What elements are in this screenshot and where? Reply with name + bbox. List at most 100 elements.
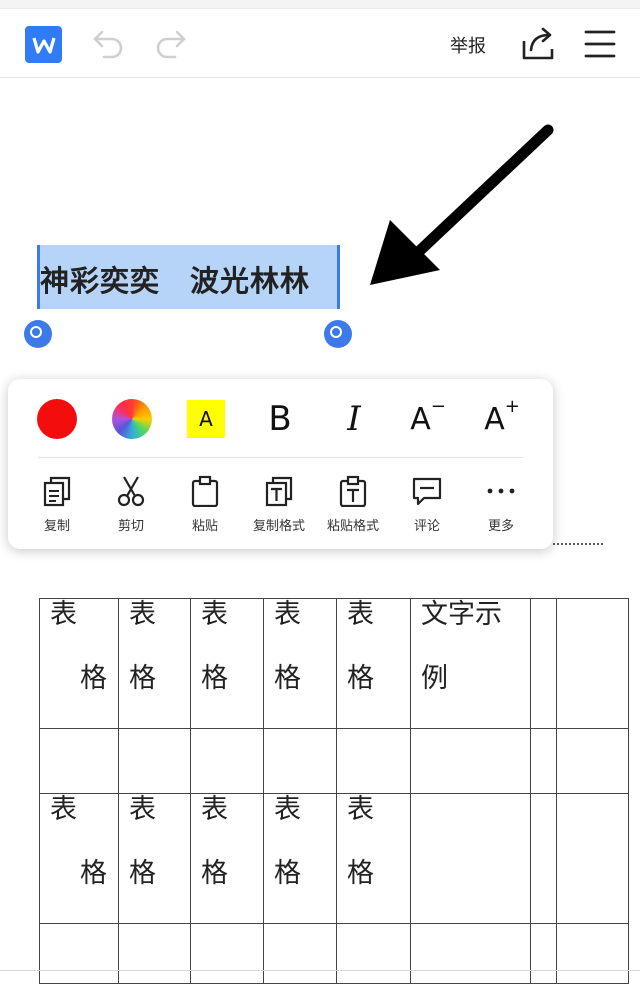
increase-font-icon: A+ <box>484 396 520 437</box>
color-picker-button[interactable] <box>110 397 154 441</box>
selection-end-handle[interactable] <box>324 320 352 348</box>
table-cell[interactable] <box>190 923 264 984</box>
clipboard-icon <box>191 475 219 507</box>
table-cell[interactable] <box>410 793 531 924</box>
table-cell[interactable] <box>118 923 191 984</box>
selection-end-caret <box>337 245 340 309</box>
cell-char: 表 <box>50 599 77 630</box>
table-cell[interactable]: 表格 <box>336 793 411 924</box>
redo-icon[interactable] <box>153 28 187 60</box>
highlight-icon: A <box>187 400 225 438</box>
cell-text: 表格 <box>201 599 228 694</box>
page-bottom-divider <box>0 970 640 971</box>
table-cell[interactable] <box>530 728 557 794</box>
italic-icon: I <box>347 399 361 439</box>
paste-format-label: 粘贴格式 <box>326 519 379 534</box>
copy-format-label: 复制格式 <box>252 519 305 534</box>
paste-format-icon <box>339 475 367 507</box>
table-cell[interactable] <box>556 793 629 924</box>
comment-icon <box>412 477 442 506</box>
cell-text: 表格 <box>129 794 156 889</box>
table-row <box>39 923 629 984</box>
table-cell[interactable] <box>336 923 411 984</box>
decrease-font-sign: − <box>430 395 446 417</box>
decrease-font-letter: A <box>410 401 431 437</box>
table-row: 表格 表格 表格 表格 表格 <box>39 793 629 924</box>
table-cell[interactable] <box>530 793 557 924</box>
cell-text: 文字示例 <box>421 599 502 694</box>
cell-char: 表 <box>50 794 77 825</box>
document-heading[interactable]: 神彩奕奕 波光林林 <box>40 258 310 300</box>
comment-label: 评论 <box>413 519 440 534</box>
table-cell[interactable] <box>410 923 531 984</box>
table-cell[interactable]: 表格 <box>118 793 191 924</box>
menu-divider <box>38 457 523 458</box>
more-icon <box>487 488 515 494</box>
table-cell[interactable]: 表格 <box>118 598 191 729</box>
table-cell[interactable] <box>263 923 337 984</box>
increase-font-letter: A <box>484 401 505 437</box>
text-context-menu: A B I A− A+ 复制 剪切 粘贴 复制格式 粘贴格式 评论 更多 <box>8 379 553 549</box>
table-cell[interactable] <box>556 728 629 794</box>
table-cell[interactable] <box>410 728 531 794</box>
table-cell[interactable]: 表格 <box>336 598 411 729</box>
cell-char: 格 <box>80 663 107 694</box>
selection-start-handle[interactable] <box>24 320 52 348</box>
format-row: A B I A− A+ <box>8 379 553 457</box>
paste-button[interactable]: 粘贴 <box>170 475 240 534</box>
cell-text: 表格 <box>347 599 374 694</box>
cell-text: 表格 <box>201 794 228 889</box>
cell-text: 表格 <box>347 794 374 889</box>
undo-icon[interactable] <box>92 28 126 60</box>
comment-button[interactable]: 评论 <box>392 475 462 534</box>
table-cell[interactable]: 表格 <box>39 598 119 729</box>
copy-label: 复制 <box>43 519 70 534</box>
top-toolbar: 举报 <box>0 0 640 78</box>
increase-font-sign: + <box>504 395 520 417</box>
cell-text: 表格 <box>129 599 156 694</box>
font-color-button[interactable] <box>35 397 79 441</box>
cell-char: 格 <box>80 858 107 889</box>
increase-font-button[interactable]: A+ <box>480 396 524 441</box>
copy-format-icon <box>265 476 293 507</box>
table-cell[interactable]: 表格 <box>263 793 337 924</box>
cut-button[interactable]: 剪切 <box>96 475 166 534</box>
cut-label: 剪切 <box>117 519 144 534</box>
copy-format-button[interactable]: 复制格式 <box>244 475 314 534</box>
color-wheel-icon <box>112 399 152 439</box>
italic-button[interactable]: I <box>332 397 376 441</box>
table-cell[interactable]: 表格 <box>190 793 264 924</box>
bold-icon: B <box>268 399 292 439</box>
table-cell[interactable] <box>530 598 557 729</box>
cell-text: 表格 <box>50 583 110 711</box>
table-cell[interactable]: 表格 <box>263 598 337 729</box>
report-button[interactable]: 举报 <box>450 32 486 58</box>
table-cell[interactable]: 表格 <box>190 598 264 729</box>
font-color-swatch <box>37 399 77 439</box>
table-cell[interactable]: 表格 <box>39 793 119 924</box>
annotation-arrow-icon <box>370 124 554 285</box>
cell-text: 表格 <box>274 599 301 694</box>
decrease-font-button[interactable]: A− <box>406 396 450 441</box>
paste-format-button[interactable]: 粘贴格式 <box>318 475 388 534</box>
document-table: 表格 表格 表格 表格 表格 文字示例 表格 表格 表格 表格 表格 <box>39 598 629 984</box>
share-icon[interactable] <box>520 25 556 61</box>
table-cell[interactable] <box>556 923 629 984</box>
table-cell[interactable] <box>530 923 557 984</box>
paste-label: 粘贴 <box>191 519 218 534</box>
copy-icon <box>43 476 71 507</box>
cell-text: 表格 <box>50 778 110 906</box>
table-cell[interactable]: 文字示例 <box>410 598 531 729</box>
highlight-button[interactable]: A <box>184 397 228 441</box>
decrease-font-icon: A− <box>410 396 446 437</box>
bold-button[interactable]: B <box>258 397 302 441</box>
scissors-icon <box>117 476 145 507</box>
table-cell[interactable] <box>39 923 119 984</box>
menu-icon[interactable] <box>583 27 617 61</box>
dotted-leader <box>553 543 603 545</box>
more-button[interactable]: 更多 <box>466 475 536 534</box>
more-label: 更多 <box>487 519 514 534</box>
table-cell[interactable] <box>556 598 629 729</box>
copy-button[interactable]: 复制 <box>22 475 92 534</box>
wps-logo-icon[interactable] <box>25 26 62 63</box>
